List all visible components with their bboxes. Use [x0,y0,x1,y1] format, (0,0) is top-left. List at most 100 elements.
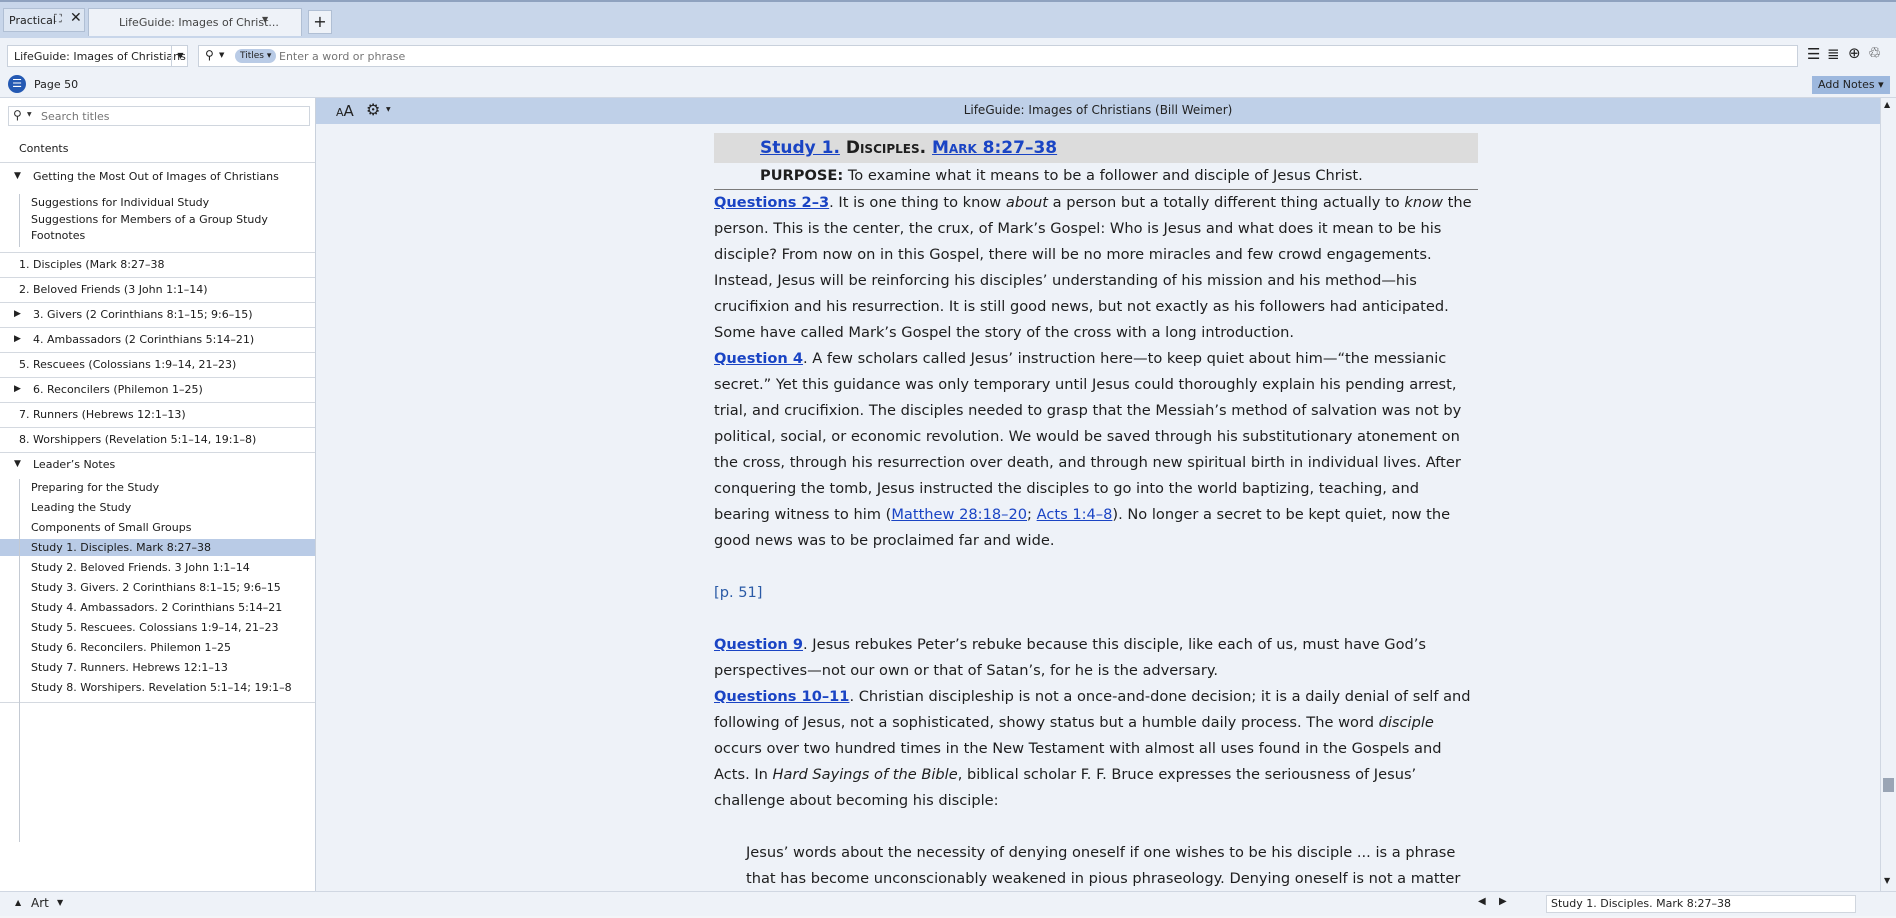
toc-item-label: Study 5. Rescuees. Colossians 1:9–14, 21… [31,621,279,634]
toc-subitem[interactable]: Suggestions for Members of a Group Study [0,211,315,228]
toc-item[interactable]: 5. Rescuees (Colossians 1:9–14, 21–23) [0,356,315,376]
toc-subitem[interactable]: Footnotes [0,227,315,244]
next-icon[interactable]: ▶ [1499,896,1507,907]
toc-subitem[interactable]: Preparing for the Study [0,479,315,496]
text-run: disciple [1378,714,1434,731]
title-search[interactable]: ⚲ ▼ [8,106,310,126]
search-bar[interactable]: ⚲ ▼ Titles ▾ [198,45,1798,67]
list-icon[interactable]: ≣ [1827,45,1840,63]
divider [0,162,315,163]
toc-subitem[interactable]: Leading the Study [0,499,315,516]
questions-10-11-link[interactable]: Questions 10–11 [714,688,849,705]
toc-item-label: Study 7. Runners. Hebrews 12:1–13 [31,661,228,674]
article-body: Study 1. Disciples. Mark 8:27–38 PURPOSE… [714,133,1478,918]
vertical-scrollbar[interactable]: ▲ ▼ [1880,98,1896,891]
toc-item-label: 8. Worshippers (Revelation 5:1–14, 19:1–… [19,433,257,446]
question-4-link[interactable]: Question 4 [714,350,803,367]
collapse-icon[interactable]: ▼ [14,171,21,181]
scroll-down-icon[interactable]: ▼ [1884,876,1890,885]
search-icon[interactable]: ⚲ [13,108,22,122]
acts-reference-link[interactable]: Acts 1:4–8 [1037,506,1113,523]
expand-icon[interactable]: ▶ [14,309,21,319]
scrollbar-thumb[interactable] [1883,778,1894,792]
chevron-down-icon[interactable]: ▼ [171,46,189,66]
question-9-link[interactable]: Question 9 [714,636,803,653]
paragraph-q23: Questions 2–3. It is one thing to know a… [714,190,1478,346]
toc-subitem[interactable]: Study 5. Rescuees. Colossians 1:9–14, 21… [0,619,315,636]
toc-subitem[interactable]: Study 8. Worshipers. Revelation 5:1–14; … [0,679,315,696]
tab-lifeguide[interactable]: LifeGuide: Images of Christ... ▼ [88,8,302,36]
toolbar: LifeGuide: Images of Christians ▼ ⚲ ▼ Ti… [0,38,1896,72]
toc-item[interactable]: 8. Worshippers (Revelation 5:1–14, 19:1–… [0,431,315,451]
toc-toggle-icon[interactable]: ☰ [8,75,26,93]
chevron-down-icon[interactable]: ▼ [262,15,268,24]
chevron-up-icon[interactable]: ▲ [15,898,21,907]
collapse-icon[interactable]: ▼ [14,459,21,469]
tab-bar: Practical ⛶ ✕ LifeGuide: Images of Chris… [0,0,1896,38]
paragraph-q10-11: Questions 10–11. Christian discipleship … [714,684,1478,814]
resource-dropdown[interactable]: LifeGuide: Images of Christians ▼ [7,45,188,67]
toc-item[interactable]: ▼ Leader’s Notes [0,456,315,476]
divider [0,427,315,428]
reference-box[interactable]: Study 1. Disciples. Mark 8:27–38 [1546,895,1856,913]
toc-subitem[interactable]: Study 4. Ambassadors. 2 Corinthians 5:14… [0,599,315,616]
matthew-reference-link[interactable]: Matthew 28:18–20 [891,506,1027,523]
close-icon[interactable]: ✕ [70,10,82,26]
toc-subitem[interactable]: Components of Small Groups [0,519,315,536]
contents-heading[interactable]: Contents [19,142,219,155]
study-heading: Study 1. Disciples. Mark 8:27–38 [714,133,1478,163]
toc-item-label: 1. Disciples (Mark 8:27–38 [19,258,165,271]
chevron-down-icon[interactable]: ▼ [219,51,224,59]
toc-item[interactable]: ▼ Getting the Most Out of Images of Chris… [0,168,315,188]
search-scope-chip[interactable]: Titles ▾ [235,49,277,63]
chevron-down-icon[interactable]: ▼ [57,898,63,907]
toc-subitem[interactable]: Study 1. Disciples. Mark 8:27–38 [0,539,315,556]
sidebar: ⚲ ▼ Contents ▼ Getting the Most Out of Im… [0,98,316,891]
divider [0,302,315,303]
divider [0,252,315,253]
tab-group-practical[interactable]: Practical ⛶ ✕ [3,8,85,32]
tree-guide-line [19,194,20,247]
art-label[interactable]: Art [31,896,49,910]
toc-subitem[interactable]: Study 2. Beloved Friends. 3 John 1:1–14 [0,559,315,576]
toc-item[interactable]: ▶ 4. Ambassadors (2 Corinthians 5:14–21) [0,331,315,351]
tree-guide-line [19,479,20,842]
toc-item-label: Leading the Study [31,501,132,514]
previous-icon[interactable]: ◀ [1478,896,1486,907]
expand-icon[interactable]: ▶ [14,334,21,344]
toc-item-label: Study 6. Reconcilers. Philemon 1–25 [31,641,231,654]
recycle-icon[interactable]: ♲ [1868,44,1881,62]
toc-item-label: Suggestions for Individual Study [31,196,210,209]
divider [0,277,315,278]
toc-item[interactable]: ▶ 6. Reconcilers (Philemon 1–25) [0,381,315,401]
search-icon[interactable]: ⚲ [205,48,214,62]
layout-icon[interactable]: ☰ [1807,45,1820,63]
study-link[interactable]: Study 1. [760,138,840,158]
toc-subitem[interactable]: Study 6. Reconcilers. Philemon 1–25 [0,639,315,656]
toc-item-label: Getting the Most Out of Images of Christ… [33,170,279,183]
questions-2-3-link[interactable]: Questions 2–3 [714,194,829,211]
toc-item-label: Study 2. Beloved Friends. 3 John 1:1–14 [31,561,250,574]
toc-item-label: Components of Small Groups [31,521,192,534]
divider [0,377,315,378]
search-input[interactable] [279,47,1779,65]
toc-item[interactable]: 2. Beloved Friends (3 John 1:1–14) [0,281,315,301]
purpose-text: To examine what it means to be a followe… [843,167,1363,184]
toc-item[interactable]: ▶ 3. Givers (2 Corinthians 8:1–15; 9:6–15… [0,306,315,326]
add-notes-button[interactable]: Add Notes ▾ [1812,76,1890,94]
heading-reference-link[interactable]: Mark 8:27–38 [932,138,1057,158]
toc-subitem[interactable]: Suggestions for Individual Study [0,194,315,211]
toc-item[interactable]: 1. Disciples (Mark 8:27–38 [0,256,315,276]
add-icon[interactable]: ⊕ [1848,44,1861,62]
add-tab-button[interactable]: + [308,10,332,34]
title-search-input[interactable] [41,108,301,124]
toc-item[interactable]: 7. Runners (Hebrews 12:1–13) [0,406,315,426]
divider [0,402,315,403]
chevron-down-icon[interactable]: ▼ [27,111,32,118]
pin-icon[interactable]: ⛶ [54,12,62,26]
scroll-up-icon[interactable]: ▲ [1884,100,1890,109]
toc-subitem[interactable]: Study 7. Runners. Hebrews 12:1–13 [0,659,315,676]
expand-icon[interactable]: ▶ [14,384,21,394]
toc-subitem[interactable]: Study 3. Givers. 2 Corinthians 8:1–15; 9… [0,579,315,596]
toc-item-label: 5. Rescuees (Colossians 1:9–14, 21–23) [19,358,237,371]
